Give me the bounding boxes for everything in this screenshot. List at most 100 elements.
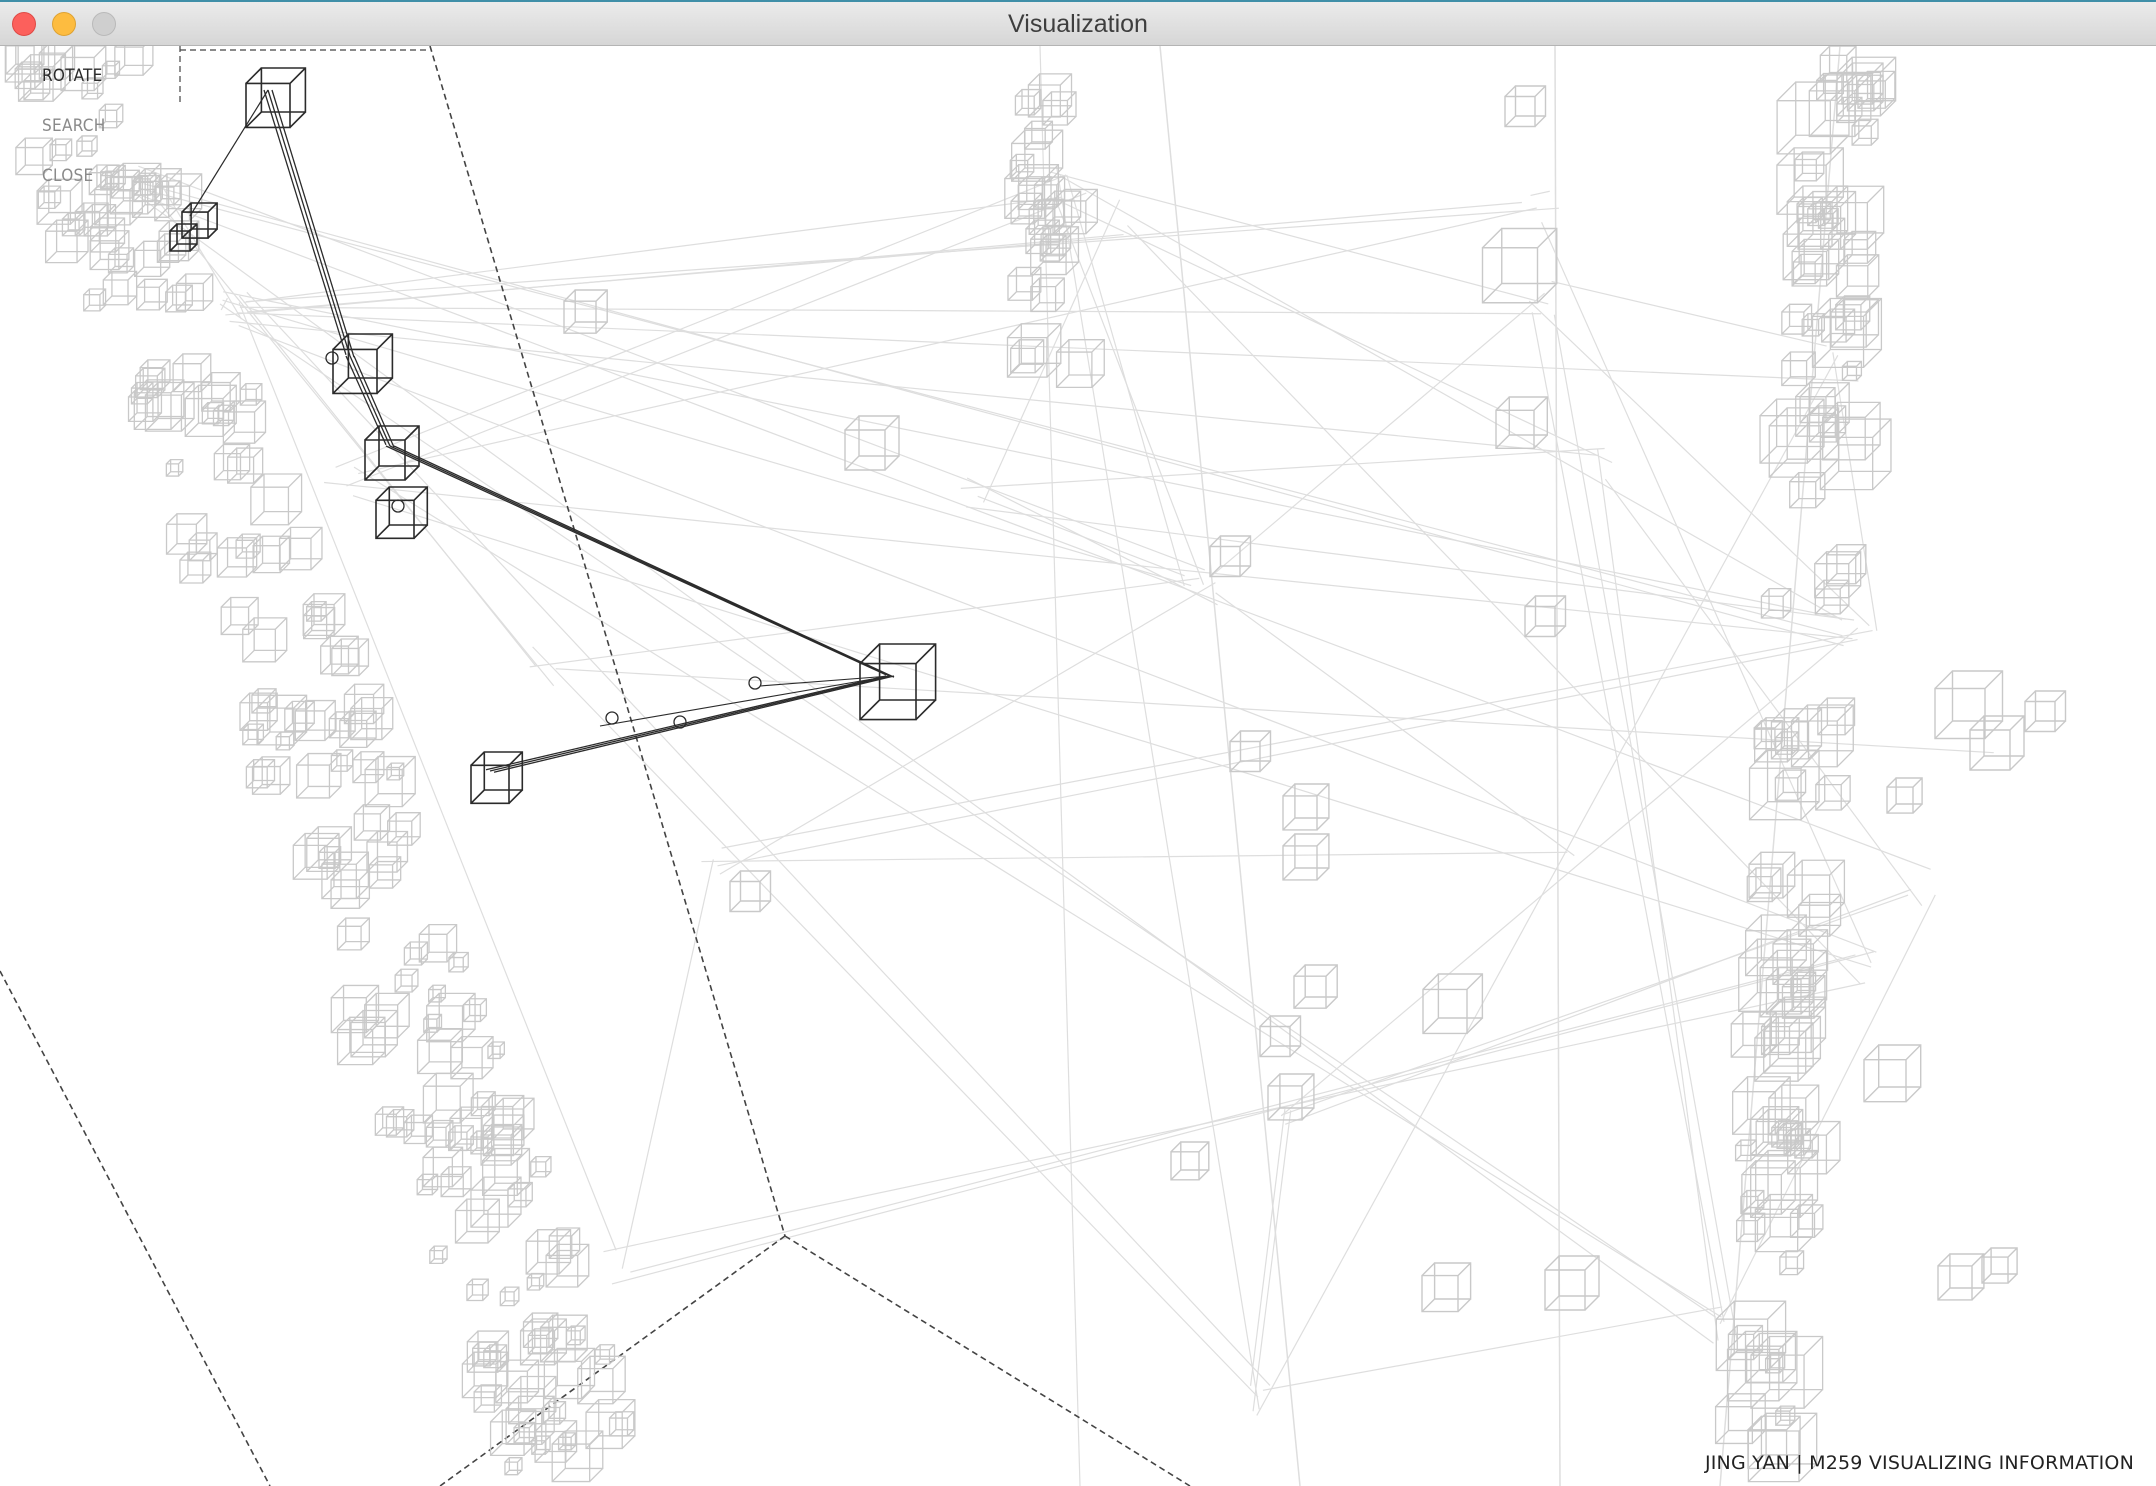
- context-node-cube: [563, 289, 608, 334]
- context-node-cube: [295, 752, 342, 799]
- close-control[interactable]: CLOSE: [42, 166, 94, 186]
- bounding-box-edge: [784, 1235, 1191, 1486]
- context-node-cube: [448, 951, 469, 973]
- context-node-cube: [364, 992, 410, 1039]
- highlighted-connection-line: [189, 89, 269, 217]
- background-connection-line: [1252, 1110, 1292, 1412]
- background-connection-line: [136, 193, 1931, 870]
- background-connection-line: [960, 447, 1605, 489]
- context-node-cube: [844, 415, 900, 471]
- context-node-cube: [1495, 396, 1548, 449]
- context-node-cube: [504, 1457, 523, 1476]
- background-connection-line: [966, 506, 1855, 621]
- context-node-cube: [487, 1041, 505, 1060]
- background-connection-line: [1056, 167, 1260, 1410]
- context-node-cube: [336, 917, 370, 951]
- highlighted-node-cube: [470, 751, 524, 805]
- background-connection-line: [717, 638, 1858, 867]
- search-control[interactable]: SEARCH: [42, 116, 106, 136]
- background-connection-line: [1059, 175, 1843, 621]
- context-node-cube: [1524, 595, 1567, 638]
- bounding-box-edge: [0, 970, 271, 1486]
- background-connection-line: [1050, 171, 1549, 305]
- background-connection-line: [1065, 203, 1613, 464]
- rotate-control[interactable]: ROTATE: [42, 66, 103, 86]
- context-node-cube: [303, 606, 336, 640]
- context-node-cube: [1293, 964, 1338, 1009]
- context-node-cube: [1794, 151, 1825, 182]
- context-node-cube: [321, 851, 370, 900]
- bounding-box-edge: [429, 46, 786, 1237]
- context-node-cube: [1282, 833, 1330, 881]
- background-connection-line: [223, 291, 1847, 620]
- context-node-cube: [499, 1286, 520, 1307]
- context-node-cube: [1969, 715, 2025, 771]
- highlighted-connection-line: [493, 675, 895, 773]
- context-node-cube: [1817, 697, 1856, 736]
- context-node-cube: [1819, 418, 1892, 491]
- context-node-cube: [1776, 81, 1850, 155]
- context-node-cube: [543, 1347, 596, 1400]
- context-node-cube: [1748, 749, 1820, 821]
- background-connection-line: [630, 954, 1856, 1273]
- context-node-cube: [565, 1325, 586, 1346]
- background-connection-line: [719, 582, 1216, 875]
- visualization-canvas[interactable]: ROTATE SEARCH CLOSE JING YAN | M259 VISU…: [0, 46, 2156, 1486]
- context-node-cube: [387, 812, 421, 846]
- context-node-cube: [1851, 118, 1879, 146]
- background-connection-line: [701, 851, 1568, 863]
- background-connection-line: [324, 481, 1853, 640]
- highlighted-node-cube: [375, 486, 429, 540]
- small-node-marker: [605, 711, 619, 725]
- background-connection-line: [966, 477, 1218, 606]
- background-connection-line: [1210, 292, 1545, 577]
- network-3d-view[interactable]: [0, 46, 2156, 1486]
- context-node-cube: [729, 870, 772, 913]
- context-node-cube: [594, 1344, 616, 1365]
- context-node-cube: [1422, 973, 1484, 1035]
- context-node-cube: [101, 60, 121, 80]
- context-node-cube: [1814, 551, 1862, 599]
- context-node-cube: [1822, 401, 1881, 461]
- context-node-cube: [526, 1272, 545, 1291]
- context-node-cube: [179, 551, 212, 584]
- background-connection-line: [555, 668, 1994, 754]
- context-node-cube: [548, 1227, 581, 1260]
- background-connection-line: [1054, 197, 1205, 585]
- context-node-cube: [1835, 254, 1880, 298]
- context-node-cube: [165, 458, 184, 477]
- context-node-cube: [1981, 1247, 2018, 1284]
- context-node-cube: [1009, 153, 1035, 179]
- context-node-cube: [250, 473, 303, 526]
- context-node-cube: [245, 759, 276, 789]
- context-node-cube: [44, 219, 89, 264]
- context-node-cube: [1010, 339, 1045, 374]
- small-node-marker: [748, 676, 762, 690]
- context-node-cube: [1744, 914, 1807, 977]
- highlighted-connection-line: [385, 445, 887, 676]
- context-node-cube: [386, 762, 405, 781]
- title-bar[interactable]: Visualization: [0, 0, 2156, 46]
- highlighted-node-cube: [364, 425, 420, 481]
- background-connection-line: [238, 295, 537, 667]
- context-node-cube: [1815, 775, 1851, 811]
- author-credit: JING YAN | M259 VISUALIZING INFORMATION: [1704, 1452, 2134, 1474]
- context-node-cube: [1504, 85, 1547, 128]
- context-node-cube: [1790, 704, 1854, 768]
- background-connection-line: [138, 187, 1843, 637]
- context-node-cube: [577, 1355, 626, 1405]
- context-node-cube: [416, 1028, 464, 1075]
- context-node-cube: [1934, 670, 2004, 740]
- background-connection-line: [1530, 190, 1550, 197]
- context-node-cube: [1421, 1262, 1472, 1313]
- context-node-cube: [394, 968, 419, 993]
- background-connection-line: [1262, 1306, 1723, 1391]
- context-node-cube: [1835, 295, 1871, 331]
- context-node-cube: [330, 869, 371, 909]
- context-node-cube: [1006, 323, 1062, 378]
- context-node-cube: [1781, 351, 1816, 387]
- context-node-cube: [350, 696, 394, 741]
- background-connection-line: [239, 306, 1542, 315]
- context-node-cube: [1841, 360, 1863, 382]
- context-node-cube: [416, 1173, 439, 1196]
